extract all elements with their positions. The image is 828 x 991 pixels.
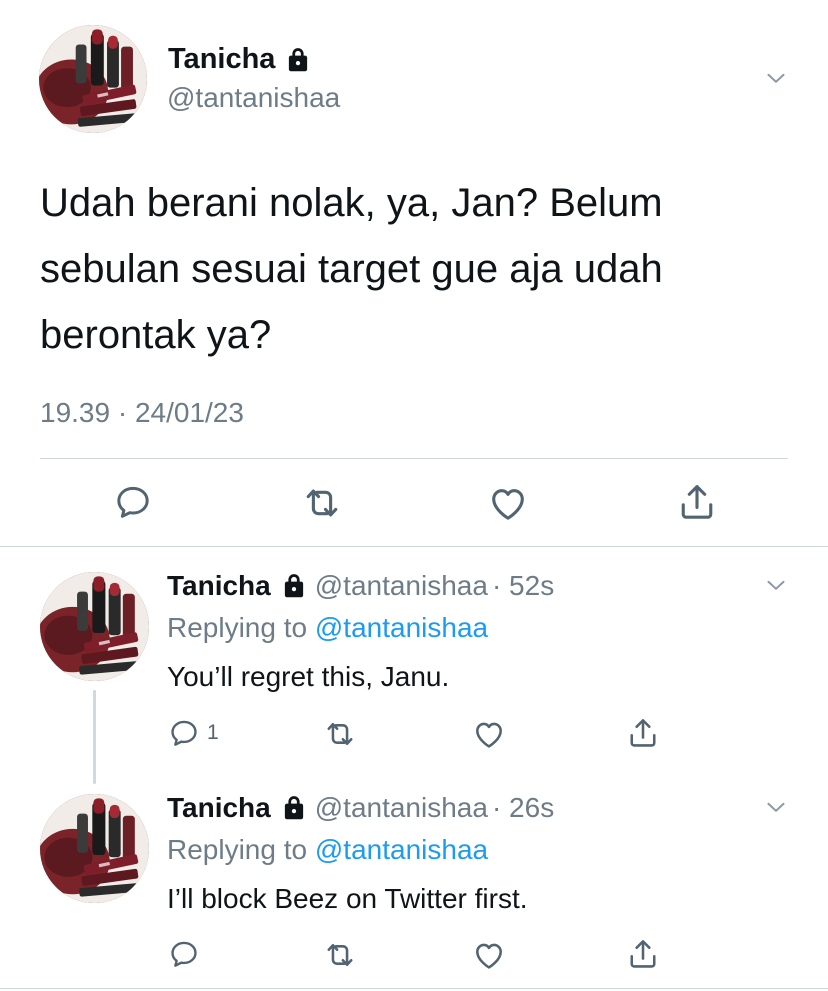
replying-label: Replying to <box>167 612 308 643</box>
like-icon <box>471 937 507 973</box>
reply-icon <box>112 481 154 523</box>
avatar[interactable] <box>39 25 147 133</box>
display-name[interactable]: Tanicha <box>168 43 275 76</box>
reply-icon <box>167 937 201 971</box>
replying-handle[interactable]: @tantanishaa <box>315 612 488 643</box>
share-icon <box>675 480 719 524</box>
retweet-button[interactable] <box>300 481 344 525</box>
chevron-down-icon[interactable] <box>763 794 789 820</box>
tweet-text-line: sebulan sesuai target gue aja udah <box>40 247 663 291</box>
tweet-text: Udah berani nolak, ya, Jan? Belum sebula… <box>40 170 663 368</box>
handle[interactable]: @tantanishaa <box>315 792 488 824</box>
reply-time[interactable]: · 26s <box>492 792 554 824</box>
author-row: Tanicha <box>168 43 313 76</box>
retweet-button[interactable] <box>322 716 358 752</box>
lock-icon <box>279 793 309 823</box>
reply-button[interactable]: 1 <box>167 716 219 750</box>
handle[interactable]: @tantanishaa <box>315 570 488 602</box>
avatar[interactable] <box>40 572 149 681</box>
like-button[interactable] <box>471 716 507 752</box>
retweet-icon <box>300 481 344 525</box>
tweet-text-line: berontak ya? <box>40 313 272 357</box>
thread-line <box>93 690 96 784</box>
reply-button[interactable] <box>112 481 154 523</box>
replying-to: Replying to @tantanishaa <box>167 612 488 644</box>
retweet-icon <box>322 937 358 973</box>
reply-text: I’ll block Beez on Twitter first. <box>167 883 528 914</box>
tweet-text-line: Udah berani nolak, ya, Jan? Belum <box>40 181 663 225</box>
like-icon <box>471 716 507 752</box>
like-button[interactable] <box>486 481 530 525</box>
chevron-down-icon[interactable] <box>763 65 789 91</box>
reply-time[interactable]: · 52s <box>492 570 554 602</box>
share-button[interactable] <box>625 936 661 972</box>
replying-label: Replying to <box>167 834 308 865</box>
share-button[interactable] <box>625 715 661 751</box>
like-icon <box>486 481 530 525</box>
like-button[interactable] <box>471 937 507 973</box>
display-name[interactable]: Tanicha <box>167 792 271 824</box>
reply-button[interactable] <box>167 937 201 971</box>
reply-text: You’ll regret this, Janu. <box>167 661 450 692</box>
reply-icon <box>167 716 201 750</box>
chevron-down-icon[interactable] <box>763 572 789 598</box>
lock-icon <box>279 571 309 601</box>
retweet-button[interactable] <box>322 937 358 973</box>
divider <box>0 546 828 547</box>
handle[interactable]: @tantanishaa <box>167 82 340 114</box>
display-name[interactable]: Tanicha <box>167 570 271 602</box>
share-icon <box>625 715 661 751</box>
replying-to: Replying to @tantanishaa <box>167 834 488 866</box>
divider <box>0 988 828 989</box>
share-icon <box>625 936 661 972</box>
share-button[interactable] <box>675 480 719 524</box>
reply-count: 1 <box>207 721 219 744</box>
timestamp[interactable]: 19.39 · 24/01/23 <box>40 397 244 429</box>
divider <box>40 458 788 459</box>
retweet-icon <box>322 716 358 752</box>
reply-header: Tanicha @tantanishaa · 52s <box>167 570 554 602</box>
avatar[interactable] <box>40 794 149 903</box>
lock-icon <box>283 45 313 75</box>
reply-header: Tanicha @tantanishaa · 26s <box>167 792 554 824</box>
replying-handle[interactable]: @tantanishaa <box>315 834 488 865</box>
